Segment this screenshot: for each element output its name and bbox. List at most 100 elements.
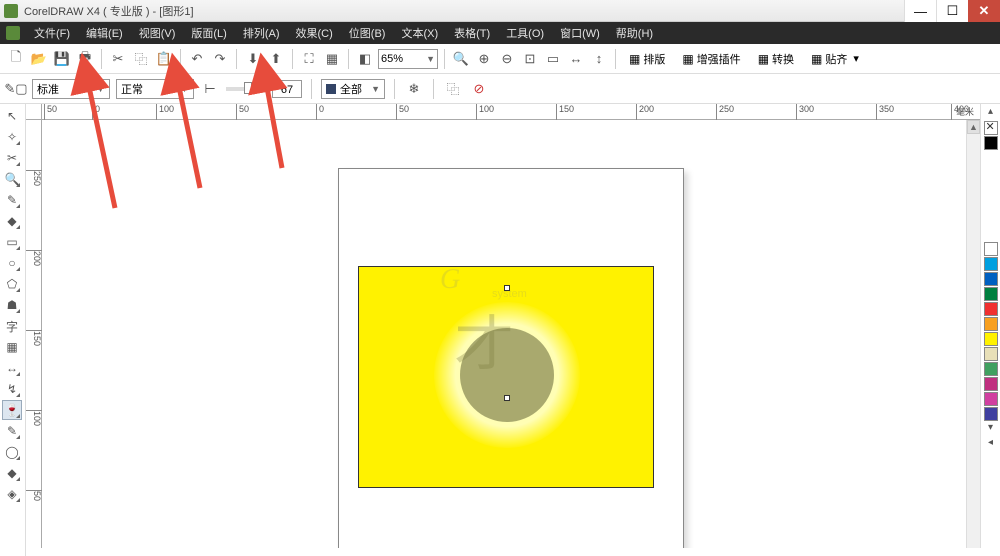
interactive-transparency-tool[interactable]: 🍷	[2, 400, 22, 420]
palette-flyout-icon[interactable]: ◂	[988, 437, 993, 451]
zoom-tool[interactable]: 🔍	[2, 169, 22, 189]
scroll-up-icon[interactable]: ▲	[967, 120, 980, 134]
redo-button[interactable]: ↷	[210, 49, 230, 69]
palette-down-icon[interactable]: ▾	[988, 422, 993, 436]
zengqiang-button[interactable]: ▦增强插件	[675, 49, 747, 69]
menu-table[interactable]: 表格(T)	[448, 23, 496, 43]
import-button[interactable]: ⬇	[243, 49, 263, 69]
color-swatch[interactable]	[984, 377, 998, 391]
color-swatch[interactable]	[984, 272, 998, 286]
color-swatch[interactable]	[984, 287, 998, 301]
ruler-origin[interactable]	[26, 104, 42, 120]
print-button[interactable]: 🖶	[75, 49, 95, 69]
mode-select[interactable]: 正常▼	[116, 79, 194, 99]
open-button[interactable]: 📂	[29, 49, 49, 69]
menu-view[interactable]: 视图(V)	[133, 23, 182, 43]
zhuanhuan-button[interactable]: ▦转换	[751, 49, 801, 69]
menu-effects[interactable]: 效果(C)	[290, 23, 339, 43]
ruler-tick: 250	[26, 170, 42, 186]
zoom-width-icon[interactable]: ↔	[566, 49, 586, 69]
color-swatch[interactable]	[984, 347, 998, 361]
watermark-char: 才	[454, 296, 514, 383]
polygon-tool[interactable]: ⬠	[2, 274, 22, 294]
interactive-fill-tool[interactable]: ◈	[2, 484, 22, 504]
color-swatch[interactable]	[984, 136, 998, 150]
basic-shapes-tool[interactable]: ☗	[2, 295, 22, 315]
save-button[interactable]: 💾	[52, 49, 72, 69]
new-button[interactable]: 🗋	[6, 49, 26, 69]
zoom-tool-icon[interactable]: 🔍	[451, 49, 471, 69]
menu-text[interactable]: 文本(X)	[395, 23, 444, 43]
smart-fill-tool[interactable]: ◆	[2, 211, 22, 231]
window-title: CorelDRAW X4 ( 专业版 ) - [图形1]	[24, 3, 194, 19]
preset-select[interactable]: 标准▼	[32, 79, 110, 99]
copy-button[interactable]: ⿻	[131, 49, 151, 69]
ruler-tick: 300	[796, 104, 814, 120]
text-tool[interactable]: 字	[2, 316, 22, 336]
menu-window[interactable]: 窗口(W)	[554, 23, 606, 43]
opacity-slider[interactable]	[226, 87, 266, 91]
clear-transparency-button[interactable]: ⊘	[469, 79, 489, 99]
opacity-value[interactable]: 67	[272, 80, 302, 98]
freeze-button[interactable]: ❄	[404, 79, 424, 99]
shape-tool[interactable]: ✧	[2, 127, 22, 147]
color-swatch[interactable]	[984, 332, 998, 346]
edit-transparency-icon[interactable]: ✎▢	[6, 79, 26, 99]
transparency-handle-end[interactable]	[504, 395, 510, 401]
export-button[interactable]: ⬆	[266, 49, 286, 69]
eyedropper-tool[interactable]: ✎	[2, 421, 22, 441]
menu-bitmap[interactable]: 位图(B)	[343, 23, 392, 43]
menu-help[interactable]: 帮助(H)	[610, 23, 659, 43]
welcome-button[interactable]: ◧	[355, 49, 375, 69]
horizontal-ruler[interactable]: 毫米 50010050050100150200250300350400	[26, 104, 980, 120]
close-button[interactable]: ✕	[968, 0, 1000, 22]
fill-tool[interactable]: ◆	[2, 463, 22, 483]
ellipse-tool[interactable]: ○	[2, 253, 22, 273]
crop-tool[interactable]: ✂	[2, 148, 22, 168]
undo-button[interactable]: ↶	[187, 49, 207, 69]
zoom-fit-icon[interactable]: ⊡	[520, 49, 540, 69]
app-icon	[4, 4, 18, 18]
menu-file[interactable]: 文件(F)	[28, 23, 76, 43]
color-swatch[interactable]	[984, 317, 998, 331]
vertical-ruler[interactable]: 25020015010050	[26, 120, 42, 548]
tieqi-button[interactable]: ▦贴齐▾	[804, 49, 866, 69]
connector-tool[interactable]: ↯	[2, 379, 22, 399]
zoom-in-icon[interactable]: ⊕	[474, 49, 494, 69]
outline-tool[interactable]: ◯	[2, 442, 22, 462]
minimize-button[interactable]: —	[904, 0, 936, 22]
copy-props-button[interactable]: ⿻	[443, 79, 463, 99]
rectangle-tool[interactable]: ▭	[2, 232, 22, 252]
target-select[interactable]: 全部▼	[321, 79, 385, 99]
menu-tools[interactable]: 工具(O)	[500, 23, 550, 43]
target-label: 全部	[340, 81, 362, 97]
fullscreen-button[interactable]: ⛶	[299, 49, 319, 69]
zoom-select[interactable]: 65%▼	[378, 49, 438, 69]
color-swatch[interactable]	[984, 362, 998, 376]
canvas[interactable]: G system 才	[42, 120, 980, 548]
palette-up-icon[interactable]: ▴	[988, 106, 993, 120]
color-swatch[interactable]	[984, 257, 998, 271]
menu-layout[interactable]: 版面(L)	[185, 23, 232, 43]
pick-tool[interactable]: ↖	[2, 106, 22, 126]
freehand-tool[interactable]: ✎	[2, 190, 22, 210]
cut-button[interactable]: ✂	[108, 49, 128, 69]
color-swatch[interactable]	[984, 242, 998, 256]
menu-edit[interactable]: 编辑(E)	[80, 23, 129, 43]
maximize-button[interactable]: ☐	[936, 0, 968, 22]
zoom-out-icon[interactable]: ⊖	[497, 49, 517, 69]
color-swatch[interactable]	[984, 407, 998, 421]
no-color-swatch[interactable]	[984, 121, 998, 135]
table-tool[interactable]: ▦	[2, 337, 22, 357]
transparency-handle-start[interactable]	[504, 285, 510, 291]
paste-button[interactable]: 📋	[154, 49, 174, 69]
launch-button[interactable]: ▦	[322, 49, 342, 69]
menu-arrange[interactable]: 排列(A)	[237, 23, 286, 43]
dimension-tool[interactable]: ↔	[2, 358, 22, 378]
color-swatch[interactable]	[984, 392, 998, 406]
paixin-button[interactable]: ▦排版	[622, 49, 672, 69]
zoom-height-icon[interactable]: ↕	[589, 49, 609, 69]
vertical-scrollbar[interactable]: ▲	[966, 120, 980, 548]
zoom-page-icon[interactable]: ▭	[543, 49, 563, 69]
color-swatch[interactable]	[984, 302, 998, 316]
